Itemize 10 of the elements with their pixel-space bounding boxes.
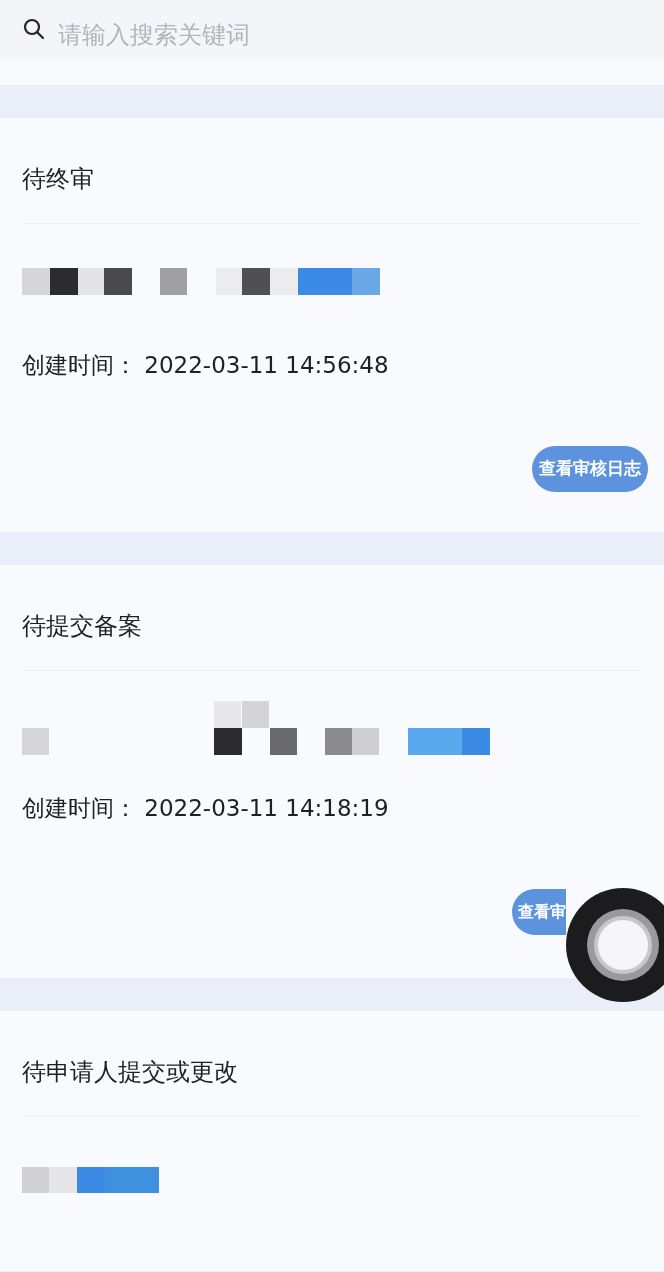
audit-log-button[interactable]: 查看审核日志 bbox=[532, 445, 648, 492]
status-title: 待终审 bbox=[22, 164, 94, 195]
created-time: 创建时间： 2022-03-11 14:56:48 bbox=[22, 351, 389, 380]
status-title: 待提交备案 bbox=[22, 611, 142, 642]
search-icon bbox=[22, 17, 46, 41]
audit-log-button[interactable]: 查看审 bbox=[512, 888, 566, 935]
search-field[interactable]: 请输入搜索关键词 bbox=[58, 17, 642, 53]
created-time: 创建时间： 2022-03-11 14:18:19 bbox=[22, 794, 389, 823]
search-bar[interactable]: 请输入搜索关键词 bbox=[0, 0, 664, 85]
status-title: 待申请人提交或更改 bbox=[22, 1057, 238, 1088]
